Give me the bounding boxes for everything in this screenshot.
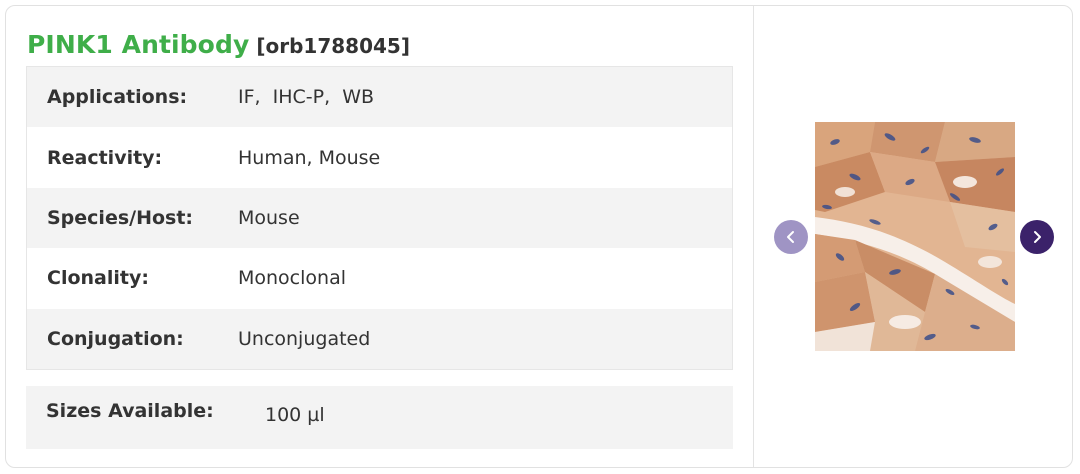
spec-row-species-host: Species/Host: Mouse (27, 187, 732, 249)
column-divider (753, 6, 754, 467)
carousel-next-button[interactable] (1020, 220, 1054, 254)
product-card: PINK1 Antibody [orb1788045] Applications… (5, 5, 1073, 468)
carousel-prev-button[interactable] (774, 220, 808, 254)
sizes-label: Sizes Available: (46, 400, 214, 422)
spec-row-reactivity: Reactivity: Human, Mouse (27, 127, 732, 188)
catalog-number: [orb1788045] (256, 34, 410, 58)
spec-row-clonality: Clonality: Monoclonal (27, 248, 732, 309)
spec-value: Unconjugated (238, 327, 371, 350)
spec-value: Human, Mouse (238, 146, 381, 169)
sizes-value: 100 µl (265, 404, 325, 426)
ihc-tissue-stain-image[interactable] (815, 122, 1015, 351)
spec-row-conjugation: Conjugation: Unconjugated (27, 308, 732, 369)
spec-value: IF, IHC-P, WB (238, 86, 375, 109)
spec-label: Species/Host: (47, 206, 194, 229)
spec-table: Applications: IF, IHC-P, WB Reactivity: … (26, 66, 733, 370)
spec-label: Applications: (47, 86, 188, 109)
spec-label: Reactivity: (47, 146, 163, 169)
spec-row-applications: Applications: IF, IHC-P, WB (27, 67, 732, 128)
product-title: PINK1 Antibody [orb1788045] (27, 30, 410, 64)
spec-value: Monoclonal (238, 267, 346, 290)
spec-value: Mouse (238, 206, 300, 229)
sizes-available: Sizes Available: 100 µl (26, 386, 733, 449)
product-name[interactable]: PINK1 Antibody (27, 30, 249, 59)
spec-label: Clonality: (47, 267, 149, 290)
spec-label: Conjugation: (47, 327, 184, 350)
chevron-right-icon (1034, 231, 1041, 243)
chevron-left-icon (787, 231, 794, 243)
